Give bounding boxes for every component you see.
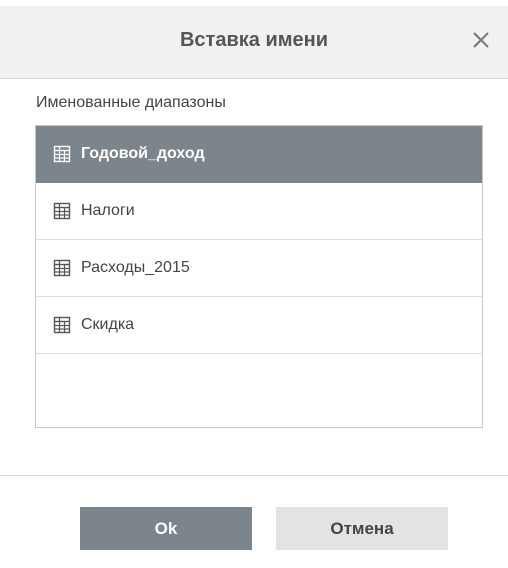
table-range-icon <box>53 202 71 220</box>
list-item[interactable]: Скидка <box>36 297 482 354</box>
named-ranges-label: Именованные диапазоны <box>36 94 226 111</box>
dialog-header: Вставка имени <box>0 0 508 79</box>
table-range-icon <box>53 145 71 163</box>
range-name: Годовой_доход <box>81 145 205 162</box>
list-item[interactable]: Годовой_доход <box>36 126 482 183</box>
close-icon[interactable] <box>464 23 498 57</box>
named-ranges-list[interactable]: Годовой_доход Налоги Расходы_2015 Скидка <box>35 125 483 428</box>
insert-name-dialog: Вставка имени Именованные диапазоны Годо… <box>0 0 508 568</box>
footer-divider <box>0 475 508 476</box>
table-range-icon <box>53 316 71 334</box>
header-top-edge <box>0 0 508 6</box>
range-name: Скидка <box>81 316 135 333</box>
table-range-icon <box>53 259 71 277</box>
list-item[interactable]: Налоги <box>36 183 482 240</box>
ok-button[interactable]: Ok <box>80 507 252 550</box>
cancel-button[interactable]: Отмена <box>276 507 448 550</box>
list-item[interactable]: Расходы_2015 <box>36 240 482 297</box>
dialog-title: Вставка имени <box>179 29 329 51</box>
range-name: Расходы_2015 <box>81 259 190 276</box>
range-name: Налоги <box>81 202 135 219</box>
